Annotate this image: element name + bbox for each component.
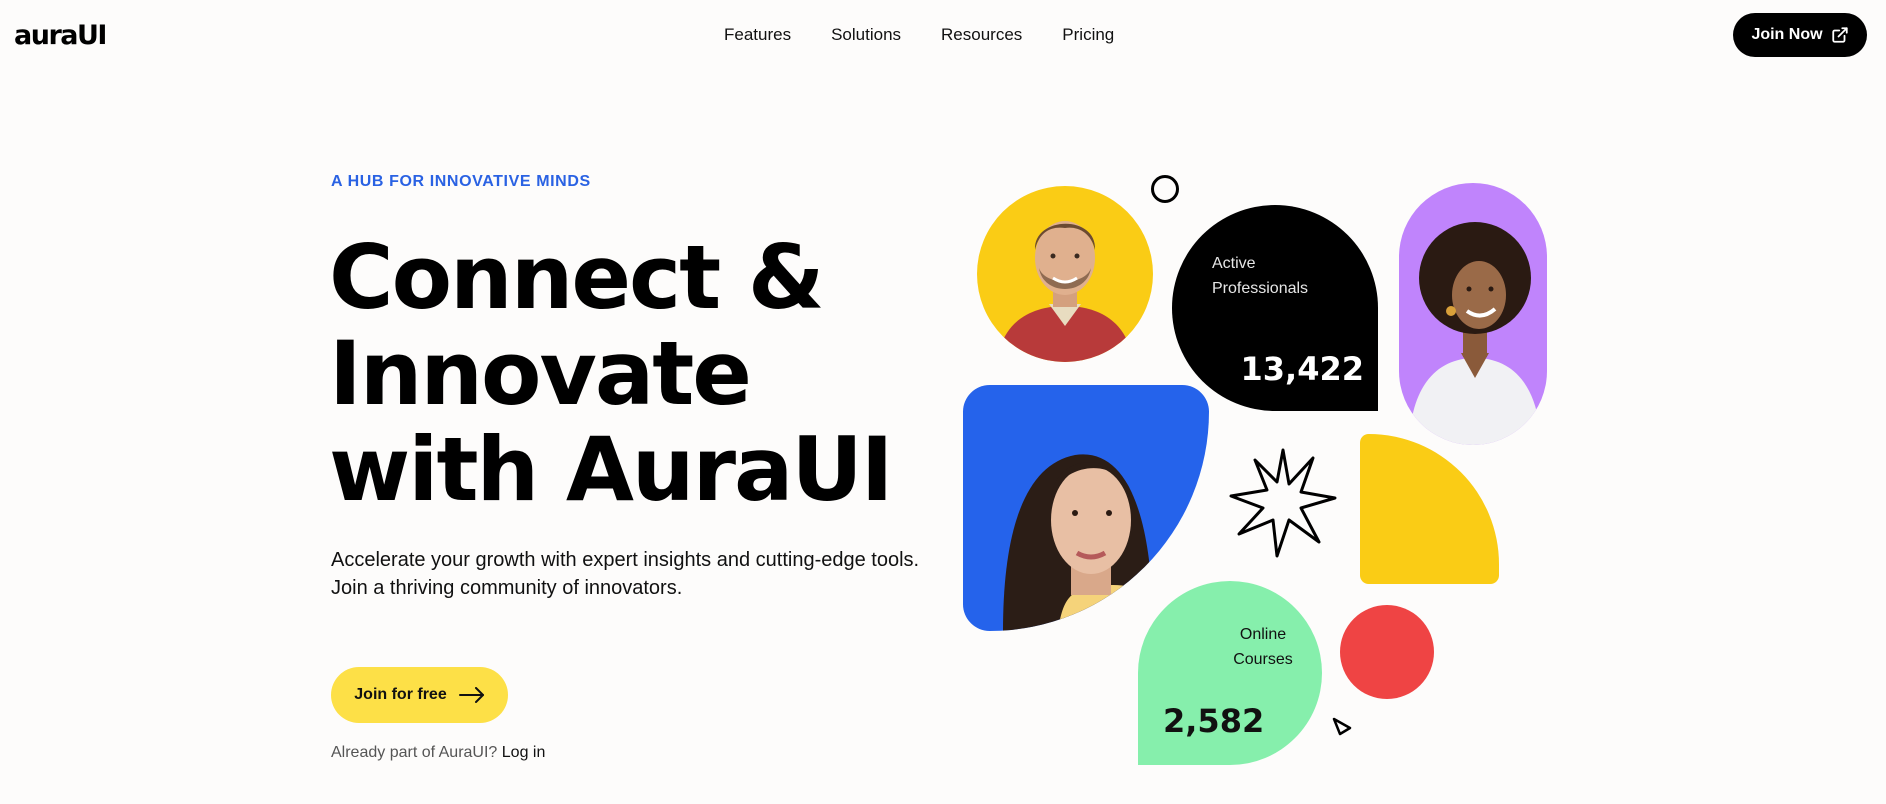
nav-features[interactable]: Features <box>724 24 791 46</box>
decorative-quarter-shape <box>1360 434 1499 584</box>
join-for-free-label: Join for free <box>354 686 447 703</box>
headline-line-2: Innovate <box>329 322 752 425</box>
nav-resources[interactable]: Resources <box>941 24 1022 46</box>
hero-subtext: Accelerate your growth with expert insig… <box>331 549 920 599</box>
portrait-woman-curly <box>1399 183 1547 445</box>
stat-value-professionals: 13,422 <box>1240 350 1364 388</box>
join-now-label: Join Now <box>1751 26 1823 43</box>
arrow-right-icon <box>458 687 484 703</box>
hero-headline: Connect & Innovate with AuraUI <box>329 226 894 521</box>
decorative-red-circle <box>1340 605 1434 699</box>
hero-eyebrow: A HUB FOR INNOVATIVE MINDS <box>331 173 591 190</box>
decorative-ring <box>1151 175 1179 203</box>
headline-line-1: Connect & <box>329 226 825 329</box>
external-link-icon <box>1831 27 1848 43</box>
headline-line-3: with AuraUI <box>329 418 894 521</box>
nav-pricing[interactable]: Pricing <box>1062 24 1114 46</box>
login-prompt: Already part of AuraUI? Log in <box>331 744 545 762</box>
nav-solutions[interactable]: Solutions <box>831 24 901 46</box>
woman-curly-illustration <box>1409 222 1541 445</box>
stat-label-professionals: Active Professionals <box>1212 255 1309 297</box>
stat-card-courses: Online Courses 2,582 <box>1138 581 1322 765</box>
triangle-icon <box>1332 717 1352 736</box>
join-now-button[interactable]: Join Now <box>1733 13 1867 57</box>
man-illustration <box>997 221 1133 362</box>
portrait-man <box>977 186 1153 362</box>
portrait-woman <box>963 385 1209 631</box>
login-link[interactable]: Log in <box>502 744 546 761</box>
sparkle-star-icon <box>1229 448 1337 558</box>
main-nav: Features Solutions Resources Pricing <box>724 24 1114 46</box>
stat-label-courses: Online Courses <box>1233 626 1293 668</box>
join-for-free-button[interactable]: Join for free <box>331 667 508 723</box>
logo[interactable]: auraUI <box>14 18 107 54</box>
stat-card-professionals: Active Professionals 13,422 <box>1172 205 1378 411</box>
login-prompt-text: Already part of AuraUI? <box>331 744 498 761</box>
woman-illustration <box>1003 454 1163 631</box>
stat-value-courses: 2,582 <box>1163 702 1265 740</box>
